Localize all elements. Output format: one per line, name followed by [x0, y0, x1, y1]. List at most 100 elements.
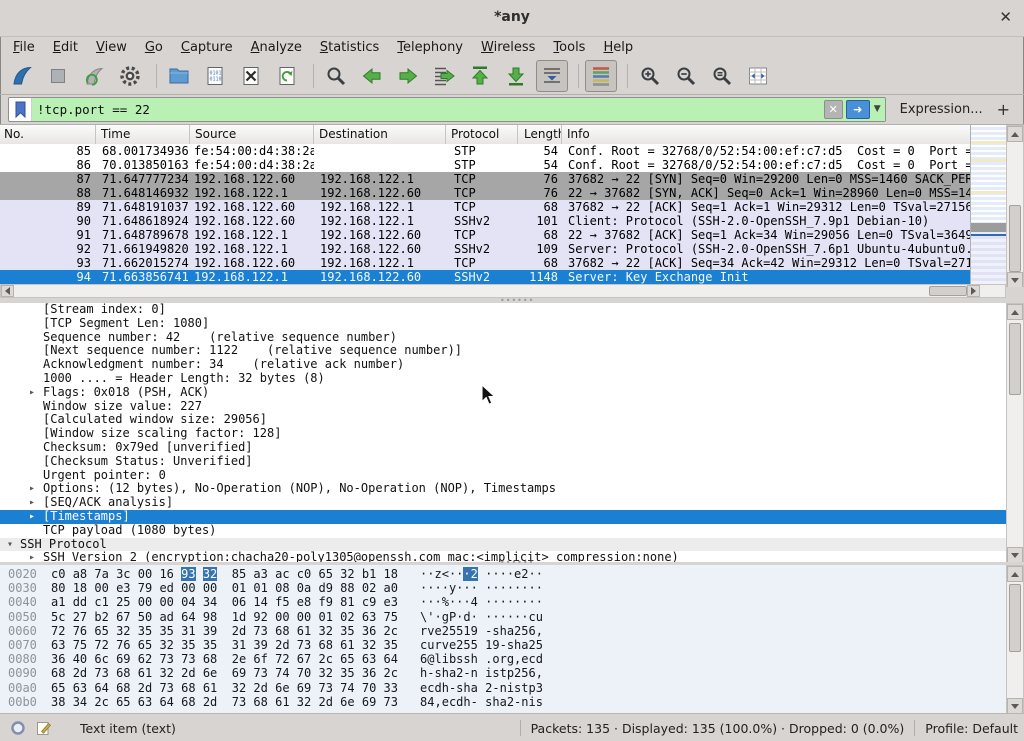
scroll-down-icon[interactable] [1011, 704, 1019, 709]
packet-row[interactable]: 9471.663856741192.168.122.1192.168.122.6… [0, 270, 970, 284]
capture-options-button[interactable] [114, 60, 146, 92]
hex-ascii[interactable]: curve255 19-sha25 [420, 638, 543, 652]
expander-icon[interactable]: ▾ [7, 538, 13, 552]
detail-row[interactable]: Window size value: 227 [0, 400, 1007, 414]
detail-row[interactable]: [Stream index: 0] [0, 303, 1007, 317]
hex-row[interactable]: 00505c 27 b2 67 50 ad 64 98 1d 92 00 00 … [0, 610, 1024, 624]
hex-bytes[interactable]: 5c 27 b2 67 50 ad 64 98 1d 92 00 00 01 0… [51, 610, 398, 624]
column-header-length[interactable]: Length [518, 125, 562, 144]
hex-bytes[interactable]: 36 40 6c 69 62 73 73 68 2e 6f 72 67 2c 6… [51, 652, 398, 666]
column-header-time[interactable]: Time [96, 125, 190, 144]
hex-bytes[interactable]: 80 18 00 e3 79 ed 00 00 01 01 08 0a d9 8… [51, 581, 398, 595]
detail-row[interactable]: [Window size scaling factor: 128] [0, 427, 1007, 441]
filter-bookmark-button[interactable] [9, 98, 32, 121]
hex-ascii[interactable]: ···%···4 ········ [420, 595, 543, 609]
reload-file-button[interactable] [271, 60, 303, 92]
packet-minimap[interactable] [970, 125, 1007, 284]
restart-capture-button[interactable] [78, 60, 110, 92]
scroll-right-icon[interactable] [971, 287, 976, 295]
hex-row[interactable]: 003080 18 00 e3 79 ed 00 00 01 01 08 0a … [0, 581, 1024, 595]
open-file-button[interactable] [163, 60, 195, 92]
hex-row[interactable]: 0040a1 dd c1 25 00 00 04 34 06 14 f5 e8 … [0, 595, 1024, 609]
detail-row[interactable]: [Calculated window size: 29056] [0, 413, 1007, 427]
add-filter-button[interactable]: + [997, 100, 1010, 119]
expert-info-icon[interactable] [10, 720, 26, 736]
detail-row[interactable]: Checksum: 0x79ed [unverified] [0, 441, 1007, 455]
hscroll-thumb[interactable] [929, 286, 967, 296]
detail-row[interactable]: TCP payload (1080 bytes) [0, 524, 1007, 538]
menu-item-analyze[interactable]: Analyze [242, 39, 311, 56]
hex-bytes[interactable]: 68 2d 73 68 61 32 2d 6e 69 73 74 70 32 3… [51, 666, 398, 680]
clear-filter-button[interactable]: ✕ [824, 100, 843, 119]
hex-bytes[interactable]: 38 34 2c 65 63 64 68 2d 73 68 61 32 2d 6… [51, 695, 398, 709]
detail-row[interactable]: [Checksum Status: Unverified] [0, 455, 1007, 469]
hex-bytes[interactable]: 72 76 65 32 35 35 31 39 2d 73 68 61 32 3… [51, 624, 398, 638]
expander-icon[interactable]: ▸ [29, 386, 35, 400]
detail-row[interactable]: Sequence number: 42 (relative sequence n… [0, 331, 1007, 345]
scroll-up-icon[interactable] [1011, 310, 1019, 315]
profile-label[interactable]: Profile: Default [925, 721, 1018, 736]
detail-row[interactable]: ▸[Timestamps] [0, 510, 1007, 524]
scroll-down-icon[interactable] [1011, 553, 1019, 558]
detail-row[interactable]: Acknowledgment number: 34 (relative ack … [0, 358, 1007, 372]
detail-row[interactable]: [TCP Segment Len: 1080] [0, 317, 1007, 331]
column-header-source[interactable]: Source [190, 125, 314, 144]
expander-icon[interactable]: ▸ [29, 496, 35, 510]
packet-row[interactable]: 8771.647777234192.168.122.60192.168.122.… [0, 172, 970, 186]
menu-item-statistics[interactable]: Statistics [311, 39, 388, 56]
detail-row[interactable]: ▸[SEQ/ACK analysis] [0, 496, 1007, 510]
detail-row[interactable]: [Next sequence number: 1122 (relative se… [0, 344, 1007, 358]
hex-row[interactable]: 00a065 63 64 68 2d 73 68 61 32 2d 6e 69 … [0, 681, 1024, 695]
column-header-protocol[interactable]: Protocol [446, 125, 518, 144]
packet-row[interactable]: 8971.648191037192.168.122.60192.168.122.… [0, 200, 970, 214]
packet-row[interactable]: 8871.648146932192.168.122.1192.168.122.6… [0, 186, 970, 200]
menu-item-help[interactable]: Help [594, 39, 642, 56]
detail-row[interactable]: Urgent pointer: 0 [0, 469, 1007, 483]
close-window-button[interactable]: ✕ [999, 8, 1012, 26]
menu-item-wireless[interactable]: Wireless [472, 39, 544, 56]
detail-row[interactable]: ▾SSH Protocol [0, 538, 1007, 552]
title-bar[interactable]: *any ✕ [0, 0, 1024, 37]
packet-row[interactable]: 9071.648618924192.168.122.60192.168.122.… [0, 214, 970, 228]
hex-row[interactable]: 008036 40 6c 69 62 73 73 68 2e 6f 72 67 … [0, 652, 1024, 666]
go-last-button[interactable] [500, 60, 532, 92]
capture-comment-icon[interactable] [36, 720, 52, 736]
save-file-button[interactable]: 01010110 [199, 60, 231, 92]
expander-icon[interactable]: ▸ [29, 510, 35, 524]
start-capture-button[interactable] [6, 60, 38, 92]
details-vscrollbar[interactable] [1006, 303, 1024, 562]
expander-icon[interactable]: ▸ [29, 482, 35, 496]
column-header-destination[interactable]: Destination [314, 125, 446, 144]
scroll-up-icon[interactable] [1011, 572, 1019, 577]
expander-icon[interactable]: ▸ [29, 551, 35, 562]
detail-row[interactable]: 1000 .... = Header Length: 32 bytes (8) [0, 372, 1007, 386]
scroll-down-icon[interactable] [1011, 278, 1019, 283]
packet-row[interactable]: 8568.001734936fe:54:00:d4:38:2aSTP54Conf… [0, 144, 970, 158]
menu-item-telephony[interactable]: Telephony [388, 39, 472, 56]
hex-bytes[interactable]: 65 63 64 68 2d 73 68 61 32 2d 6e 69 73 7… [51, 681, 398, 695]
menu-item-tools[interactable]: Tools [544, 39, 594, 56]
go-back-button[interactable] [356, 60, 388, 92]
packet-row[interactable]: 9371.662015274192.168.122.60192.168.122.… [0, 256, 970, 270]
menu-item-file[interactable]: File [4, 39, 44, 56]
close-file-button[interactable] [235, 60, 267, 92]
hex-bytes[interactable]: c0 a8 7a 3c 00 16 93 32 85 a3 ac c0 65 3… [51, 567, 398, 581]
menu-item-view[interactable]: View [87, 39, 136, 56]
hex-ascii[interactable]: \'·gP·d· ······cu [420, 610, 543, 624]
scroll-left-icon[interactable] [5, 287, 10, 295]
column-header-info[interactable]: Info [562, 125, 1006, 144]
go-forward-button[interactable] [392, 60, 424, 92]
hex-row[interactable]: 0020c0 a8 7a 3c 00 16 93 32 85 a3 ac c0 … [0, 567, 1024, 581]
hex-ascii[interactable]: 84,ecdh- sha2-nis [420, 695, 543, 709]
menu-item-capture[interactable]: Capture [172, 39, 242, 56]
go-to-packet-button[interactable] [428, 60, 460, 92]
hex-bytes[interactable]: 63 75 72 76 65 32 35 35 31 39 2d 73 68 6… [51, 638, 398, 652]
hex-ascii[interactable]: ecdh-sha 2-nistp3 [420, 681, 543, 695]
go-first-button[interactable] [464, 60, 496, 92]
auto-scroll-button[interactable] [536, 60, 568, 92]
hex-row[interactable]: 006072 76 65 32 35 35 31 39 2d 73 68 61 … [0, 624, 1024, 638]
zoom-out-button[interactable] [670, 60, 702, 92]
hex-bytes[interactable]: a1 dd c1 25 00 00 04 34 06 14 f5 e8 f9 8… [51, 595, 398, 609]
packet-row[interactable]: 8670.013850163fe:54:00:d4:38:2aSTP54Conf… [0, 158, 970, 172]
hex-ascii[interactable]: 6@libssh .org,ecd [420, 652, 543, 666]
